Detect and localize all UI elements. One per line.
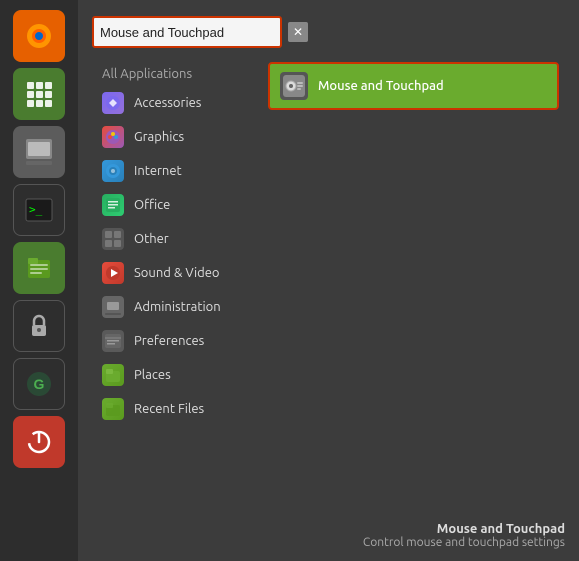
svg-text:G: G — [34, 376, 45, 392]
svg-text:>_: >_ — [29, 203, 43, 216]
sidebar-icon-settings[interactable] — [13, 126, 65, 178]
preferences-label: Preferences — [134, 334, 204, 348]
search-bar: ✕ — [92, 16, 565, 48]
recent-files-icon — [102, 398, 124, 420]
category-item-graphics[interactable]: Graphics — [92, 120, 262, 154]
search-results: Mouse and Touchpad — [262, 62, 565, 549]
other-icon — [102, 228, 124, 250]
all-applications-item[interactable]: All Applications — [92, 62, 262, 86]
accessories-label: Accessories — [134, 96, 201, 110]
category-item-preferences[interactable]: Preferences — [92, 324, 262, 358]
sound-video-icon — [102, 262, 124, 284]
mouse-and-touchpad-result-icon — [280, 72, 308, 100]
status-app-name: Mouse and Touchpad — [363, 522, 565, 536]
bottom-status: Mouse and Touchpad Control mouse and tou… — [363, 522, 565, 549]
category-item-office[interactable]: Office — [92, 188, 262, 222]
graphics-icon — [102, 126, 124, 148]
category-item-internet[interactable]: Internet — [92, 154, 262, 188]
sidebar-icon-power[interactable] — [13, 416, 65, 468]
other-label: Other — [134, 232, 169, 246]
mouse-and-touchpad-result-label: Mouse and Touchpad — [318, 79, 444, 93]
internet-icon — [102, 160, 124, 182]
result-item-mouse-and-touchpad[interactable]: Mouse and Touchpad — [268, 62, 559, 110]
category-item-recent-files[interactable]: Recent Files — [92, 392, 262, 426]
sound-video-label: Sound & Video — [134, 266, 220, 280]
category-item-administration[interactable]: Administration — [92, 290, 262, 324]
category-item-other[interactable]: Other — [92, 222, 262, 256]
places-label: Places — [134, 368, 171, 382]
preferences-icon — [102, 330, 124, 352]
category-item-accessories[interactable]: Accessories — [92, 86, 262, 120]
recent-files-label: Recent Files — [134, 402, 204, 416]
graphics-label: Graphics — [134, 130, 184, 144]
sidebar-icon-firefox[interactable] — [13, 10, 65, 62]
sidebar-icon-apps[interactable] — [13, 68, 65, 120]
status-app-desc: Control mouse and touchpad settings — [363, 536, 565, 549]
accessories-icon — [102, 92, 124, 114]
category-item-sound-video[interactable]: Sound & Video — [92, 256, 262, 290]
office-icon — [102, 194, 124, 216]
administration-label: Administration — [134, 300, 221, 314]
sidebar-icon-terminal[interactable]: >_ — [13, 184, 65, 236]
search-input-wrapper — [92, 16, 282, 48]
places-icon — [102, 364, 124, 386]
category-list: All Applications Accessories Graphics Inte… — [92, 62, 262, 549]
office-label: Office — [134, 198, 170, 212]
sidebar: >_ G — [0, 0, 78, 561]
sidebar-icon-grammarly[interactable]: G — [13, 358, 65, 410]
administration-icon — [102, 296, 124, 318]
internet-label: Internet — [134, 164, 182, 178]
search-clear-button[interactable]: ✕ — [288, 22, 308, 42]
sidebar-icon-lock[interactable] — [13, 300, 65, 352]
sidebar-icon-files[interactable] — [13, 242, 65, 294]
main-panel: ✕ All Applications Accessories Graphics In… — [78, 0, 579, 561]
category-item-places[interactable]: Places — [92, 358, 262, 392]
content-area: All Applications Accessories Graphics Inte… — [92, 62, 565, 549]
search-input[interactable] — [100, 25, 274, 40]
